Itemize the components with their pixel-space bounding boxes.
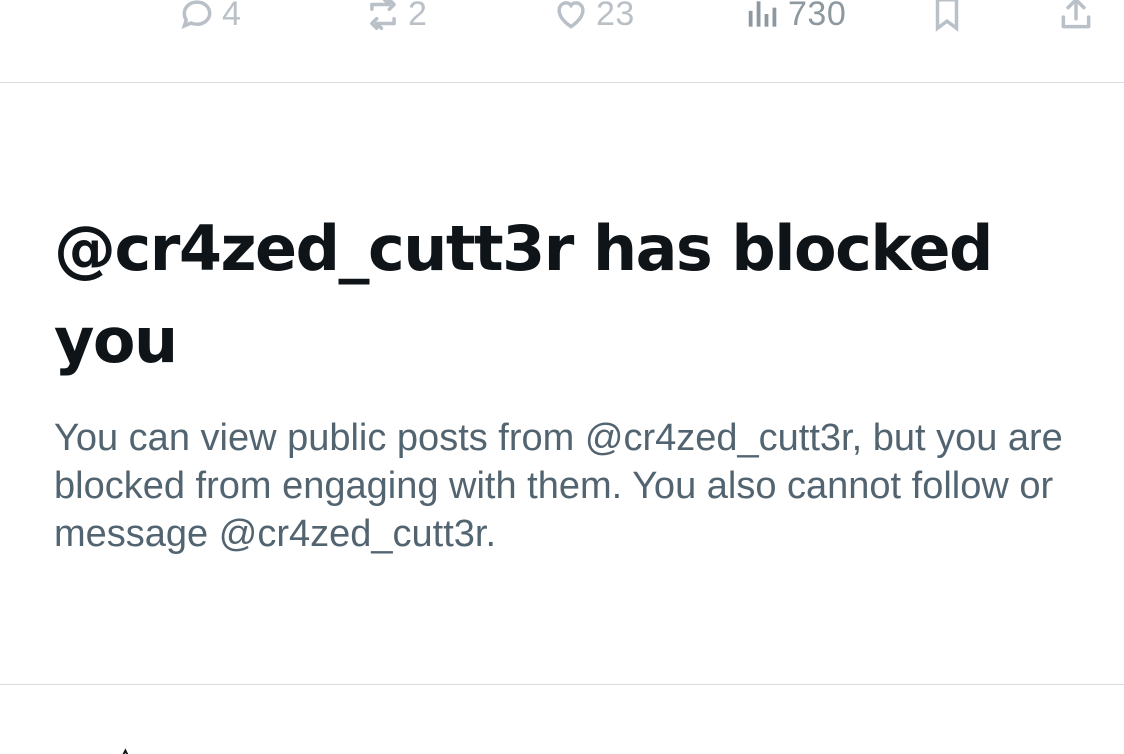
heart-icon bbox=[557, 1, 585, 29]
next-post-preview: △​ bbox=[0, 686, 1124, 754]
next-post-cutoff-text: △​ bbox=[110, 738, 199, 754]
share-icon bbox=[1061, 0, 1091, 29]
views-button[interactable]: 730 bbox=[744, 0, 846, 50]
blocked-title: @cr4zed_cutt3r has blocked you bbox=[54, 212, 993, 377]
post-action-bar: 4 2 23 730 bbox=[0, 0, 1124, 38]
reply-button[interactable]: 4 bbox=[178, 0, 241, 50]
reply-count: 4 bbox=[222, 0, 242, 33]
comment-icon bbox=[181, 0, 212, 29]
bookmark-icon bbox=[935, 0, 959, 32]
blocked-profile-page: 4 2 23 730 @cr4zed_cutt3r has blocked yo… bbox=[0, 0, 1124, 754]
repost-button[interactable]: 2 bbox=[364, 0, 427, 50]
views-chart-icon bbox=[748, 1, 777, 27]
blocked-description: You can view public posts from @cr4zed_c… bbox=[54, 417, 1063, 555]
share-button[interactable] bbox=[1057, 0, 1095, 50]
bottom-divider bbox=[0, 684, 1124, 685]
repost-count: 2 bbox=[408, 0, 428, 33]
repost-icon bbox=[370, 0, 396, 30]
top-divider bbox=[0, 82, 1124, 83]
like-count: 23 bbox=[596, 0, 635, 33]
like-button[interactable]: 23 bbox=[552, 0, 635, 50]
views-count: 730 bbox=[788, 0, 847, 33]
bookmark-button[interactable] bbox=[928, 0, 966, 50]
